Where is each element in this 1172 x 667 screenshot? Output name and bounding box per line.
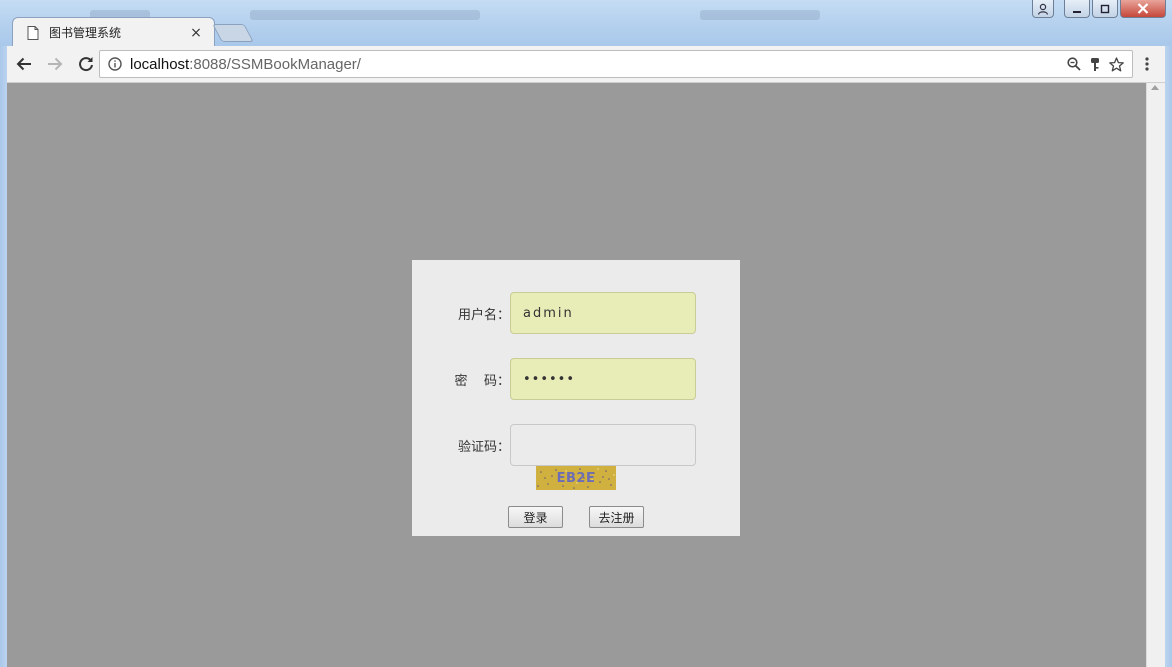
document-icon [27, 25, 39, 40]
back-button[interactable] [10, 50, 38, 78]
close-window-button[interactable] [1120, 0, 1166, 18]
password-label: 密 码： [454, 374, 510, 389]
captcha-label: 验证码： [457, 440, 510, 455]
address-bar-actions [1067, 56, 1124, 72]
username-input[interactable] [510, 292, 696, 334]
maximize-button[interactable] [1092, 0, 1118, 18]
browser-menu-button[interactable] [1139, 54, 1155, 74]
login-panel: 用户名： 密 码： 验证码： EB2E 登录 去注册 [412, 260, 740, 536]
forward-button[interactable] [41, 50, 69, 78]
blurred-background-text [250, 10, 480, 20]
reload-icon [79, 57, 93, 72]
window-titlebar: 图书管理系统 × [0, 0, 1172, 46]
register-button[interactable]: 去注册 [589, 506, 644, 528]
window-controls [1032, 0, 1166, 18]
address-bar[interactable]: localhost:8088/SSMBookManager/ [99, 50, 1133, 78]
new-tab-button[interactable] [212, 24, 254, 42]
url-host: localhost [130, 55, 190, 73]
username-label: 用户名： [457, 308, 510, 323]
user-profile-icon[interactable] [1032, 0, 1054, 18]
login-button[interactable]: 登录 [508, 506, 563, 528]
blurred-background-text [700, 10, 820, 20]
window-border-left [0, 46, 7, 667]
key-icon[interactable] [1089, 57, 1101, 72]
captcha-input[interactable] [510, 424, 696, 466]
browser-toolbar: localhost:8088/SSMBookManager/ [7, 46, 1165, 83]
info-icon[interactable] [108, 57, 122, 71]
window-border-right [1165, 46, 1172, 667]
menu-icon [1145, 57, 1149, 71]
tab-close-icon[interactable]: × [188, 25, 204, 41]
browser-tab[interactable]: 图书管理系统 × [12, 17, 215, 46]
scroll-up-icon[interactable] [1151, 85, 1159, 90]
vertical-scrollbar[interactable] [1146, 83, 1165, 667]
url-text[interactable]: localhost:8088/SSMBookManager/ [130, 56, 1067, 73]
forward-icon [48, 57, 63, 71]
password-input[interactable] [510, 358, 696, 400]
reload-button[interactable] [72, 50, 100, 78]
star-icon[interactable] [1109, 56, 1124, 72]
url-path: :8088/SSMBookManager/ [189, 55, 361, 73]
tab-title: 图书管理系统 [49, 26, 122, 40]
minimize-button[interactable] [1064, 0, 1090, 18]
captcha-text: EB2E [556, 470, 596, 486]
back-icon [16, 57, 31, 71]
zoom-icon[interactable] [1067, 57, 1081, 71]
captcha-image[interactable]: EB2E [536, 466, 616, 490]
